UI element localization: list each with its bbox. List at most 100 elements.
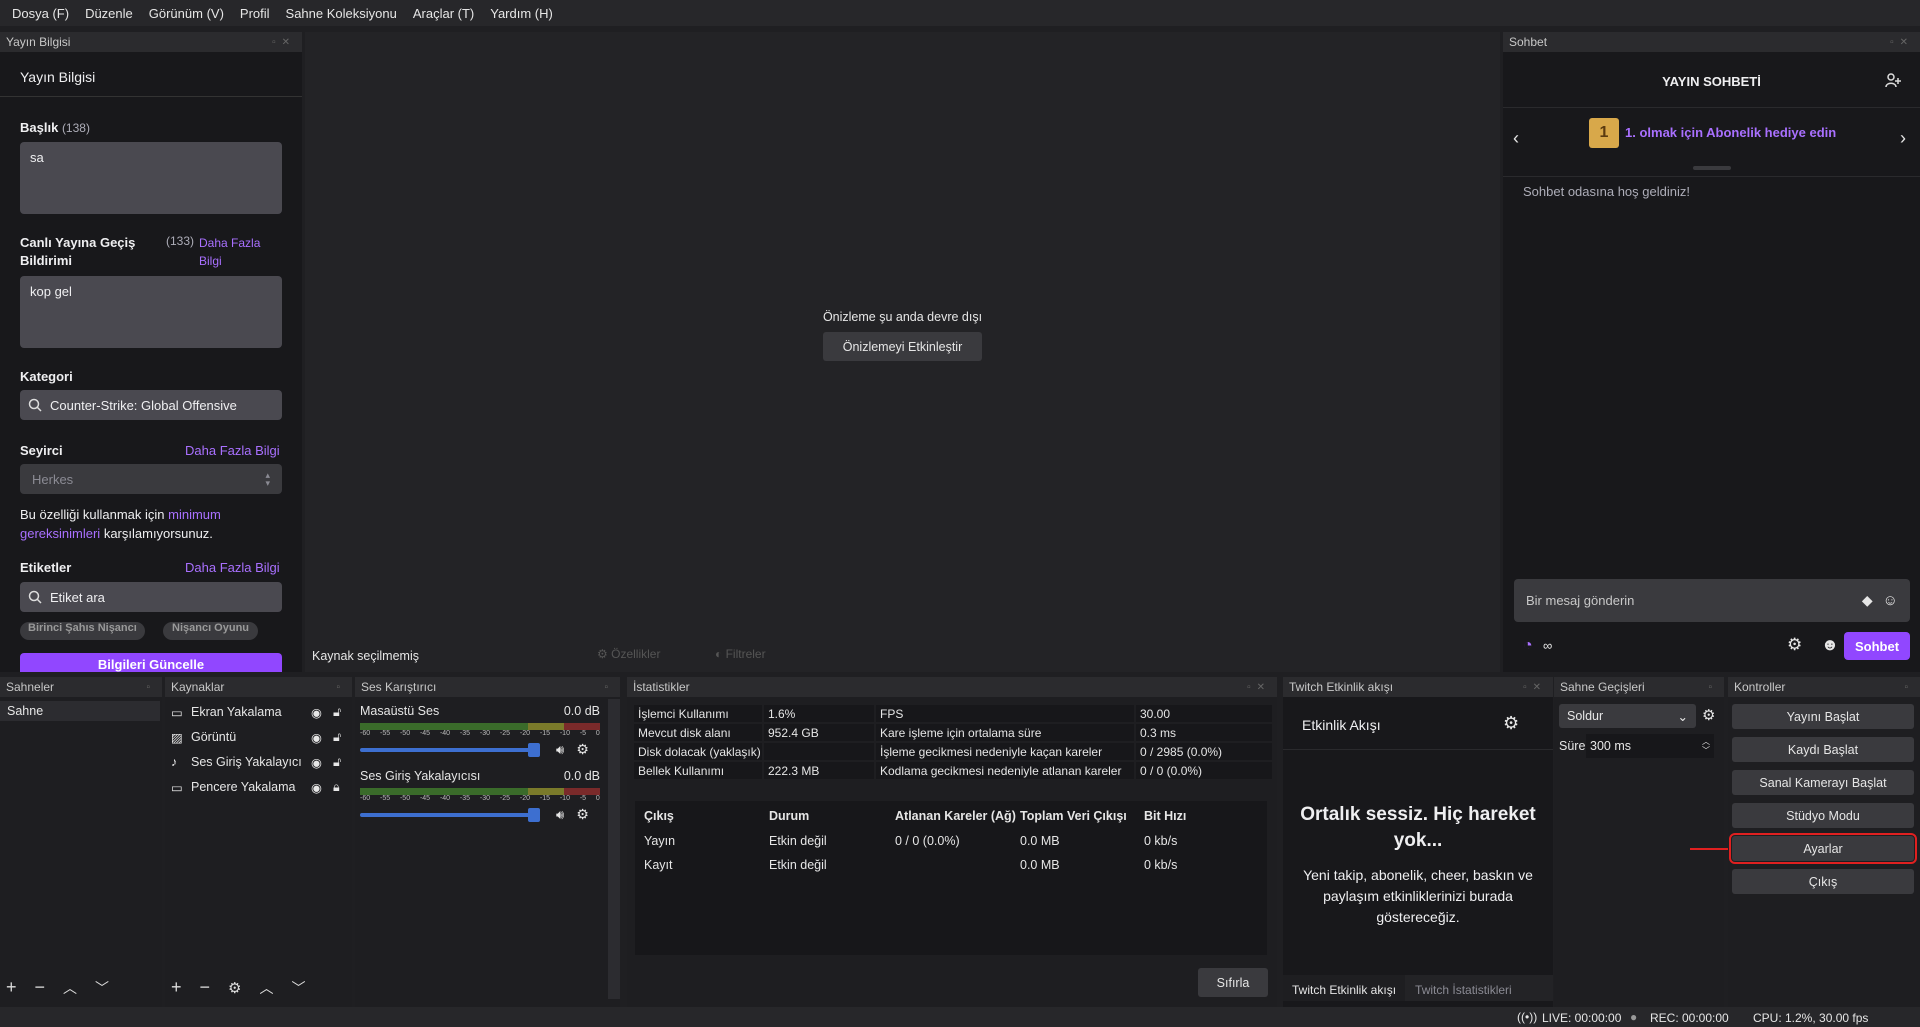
properties-button[interactable]: ⚙ Özellikler bbox=[597, 647, 660, 661]
scene-item[interactable]: Sahne bbox=[0, 701, 160, 721]
volume-slider[interactable] bbox=[360, 742, 540, 757]
start-recording-button[interactable]: Kaydı Başlat bbox=[1732, 737, 1914, 762]
audience-select[interactable]: Herkes ▴ ▾ bbox=[20, 464, 282, 494]
menu-help[interactable]: Yardım (H) bbox=[482, 6, 561, 21]
sources-toolbar: + − ⚙ ︿ ﹀ bbox=[171, 977, 305, 998]
lock-icon[interactable]: 🔒︎ bbox=[333, 780, 340, 795]
enable-preview-button[interactable]: Önizlemeyi Etkinleştir bbox=[823, 332, 982, 361]
dock-controls-icon[interactable]: ▫ bbox=[1904, 682, 1914, 693]
transition-select[interactable]: Soldur ⌄ bbox=[1559, 704, 1696, 728]
speaker-icon[interactable]: 🔊︎ bbox=[556, 742, 564, 758]
start-virtual-camera-button[interactable]: Sanal Kamerayı Başlat bbox=[1732, 770, 1914, 795]
duration-input[interactable]: 300 ms ︿ ﹀ bbox=[1586, 734, 1714, 758]
tab-twitch-stats[interactable]: Twitch İstatistikleri bbox=[1405, 975, 1522, 1001]
exit-button[interactable]: Çıkış bbox=[1732, 869, 1914, 894]
dock-controls-icon[interactable]: ▫✕ bbox=[1890, 37, 1914, 48]
menu-tools[interactable]: Araçlar (T) bbox=[405, 6, 482, 21]
gear-icon[interactable]: ⚙ bbox=[228, 979, 241, 997]
dock-controls-icon[interactable]: ▫✕ bbox=[1247, 682, 1271, 693]
gear-icon[interactable]: ⚙ bbox=[1702, 706, 1715, 724]
tags-more-link[interactable]: Daha Fazla Bilgi bbox=[185, 560, 280, 575]
add-icon[interactable]: + bbox=[171, 977, 182, 998]
audience-more-link[interactable]: Daha Fazla Bilgi bbox=[185, 443, 280, 458]
slider-knob[interactable] bbox=[528, 742, 540, 757]
gear-icon[interactable]: ⚙ bbox=[576, 741, 589, 758]
updown-icon: ▴ ▾ bbox=[265, 470, 270, 488]
dock-controls-icon[interactable]: ▫✕ bbox=[1523, 682, 1547, 693]
gift-icon: 1 bbox=[1589, 118, 1619, 148]
category-input[interactable]: Counter-Strike: Global Offensive bbox=[20, 390, 282, 420]
down-icon[interactable]: ﹀ bbox=[291, 978, 305, 998]
lock-icon[interactable]: 🔓︎ bbox=[333, 755, 341, 770]
up-icon[interactable]: ︿ bbox=[63, 978, 77, 998]
badge-icon[interactable]: ☻ bbox=[1821, 635, 1839, 655]
spin-icon[interactable]: ︿ ﹀ bbox=[1702, 737, 1710, 755]
menu-edit[interactable]: Düzenle bbox=[77, 6, 141, 21]
up-icon[interactable]: ︿ bbox=[259, 978, 273, 998]
speaker-icon[interactable]: 🔊︎ bbox=[556, 807, 564, 823]
tags-search-input[interactable]: Etiket ara bbox=[20, 582, 282, 612]
dock-controls-icon[interactable]: ▫ bbox=[146, 682, 156, 693]
notification-input[interactable]: kop gel bbox=[20, 276, 282, 348]
menu-file[interactable]: Dosya (F) bbox=[4, 6, 77, 21]
eye-icon[interactable]: ◉ bbox=[311, 705, 333, 720]
stat-value: 0 / 2985 (0.0%) bbox=[1136, 743, 1272, 760]
dock-controls-icon[interactable]: ▫ bbox=[336, 682, 346, 693]
source-item[interactable]: ♪ Ses Giriş Yakalayıcı ◉ 🔓︎ bbox=[171, 752, 351, 772]
chat-send-button[interactable]: Sohbet bbox=[1844, 632, 1910, 660]
source-item[interactable]: ▭ Ekran Yakalama ◉ 🔓︎ bbox=[171, 702, 351, 722]
notification-more-link[interactable]: Daha Fazla Bilgi bbox=[199, 234, 274, 270]
source-label: Pencere Yakalama bbox=[191, 780, 296, 794]
tag-chip[interactable]: Nişancı Oyunu bbox=[163, 622, 259, 640]
settings-gear-icon[interactable]: ⚙ bbox=[1503, 713, 1519, 734]
update-info-button[interactable]: Bilgileri Güncelle bbox=[20, 653, 282, 672]
tab-activity-feed[interactable]: Twitch Etkinlik akışı bbox=[1283, 975, 1406, 1001]
gear-icon[interactable]: ⚙ bbox=[576, 806, 589, 823]
users-icon[interactable] bbox=[1885, 72, 1903, 93]
lock-icon[interactable]: 🔓︎ bbox=[333, 705, 341, 720]
chevron-right-icon[interactable]: › bbox=[1900, 128, 1906, 149]
live-icon: ((•)) bbox=[1517, 1010, 1538, 1024]
menu-profile[interactable]: Profil bbox=[232, 6, 278, 21]
channel-points-icon[interactable]: ◔ bbox=[1523, 637, 1533, 655]
dock-controls-icon[interactable]: ▫ bbox=[604, 682, 614, 693]
volume-slider[interactable] bbox=[360, 807, 540, 822]
source-item[interactable]: ▭ Pencere Yakalama ◉ 🔒︎ bbox=[171, 777, 351, 797]
emote-icon[interactable]: ☺ bbox=[1883, 592, 1898, 609]
filters-button[interactable]: ◐ Filtreler bbox=[715, 647, 766, 661]
gift-sub-banner[interactable]: 1. olmak için Abonelik hediye edin bbox=[1625, 125, 1836, 140]
slider-knob[interactable] bbox=[528, 807, 540, 822]
menu-view[interactable]: Görünüm (V) bbox=[141, 6, 232, 21]
remove-icon[interactable]: − bbox=[200, 977, 211, 998]
scrollbar[interactable] bbox=[608, 699, 620, 999]
category-value: Counter-Strike: Global Offensive bbox=[50, 397, 237, 413]
settings-button[interactable]: Ayarlar bbox=[1729, 833, 1917, 864]
lock-icon[interactable]: 🔓︎ bbox=[333, 730, 341, 745]
settings-gear-icon[interactable]: ⚙ bbox=[1787, 635, 1802, 655]
banner-handle[interactable] bbox=[1693, 166, 1731, 170]
menu-scene-collection[interactable]: Sahne Koleksiyonu bbox=[278, 6, 405, 21]
notification-label: Canlı Yayına Geçiş Bildirimi bbox=[20, 235, 136, 268]
remove-icon[interactable]: − bbox=[35, 977, 46, 998]
bits-icon[interactable]: ◆ bbox=[1862, 592, 1873, 609]
tag-chip[interactable]: Birinci Şahıs Nişancı bbox=[20, 622, 145, 640]
dock-controls-icon[interactable]: ▫✕ bbox=[272, 37, 296, 48]
title-input[interactable]: sa bbox=[20, 142, 282, 214]
eye-icon[interactable]: ◉ bbox=[311, 780, 333, 795]
eye-icon[interactable]: ◉ bbox=[311, 730, 333, 745]
source-item[interactable]: ▨ Görüntü ◉ 🔓︎ bbox=[171, 727, 351, 747]
output-header-row: Çıkış Durum Atlanan Kareler (Ağ) Toplam Ver… bbox=[644, 809, 1258, 829]
start-stream-button[interactable]: Yayını Başlat bbox=[1732, 704, 1914, 729]
chat-input[interactable]: Bir mesaj gönderin ◆ ☺ bbox=[1514, 579, 1910, 622]
reset-button[interactable]: Sıfırla bbox=[1198, 968, 1268, 997]
cell: Yayın bbox=[644, 834, 676, 848]
add-icon[interactable]: + bbox=[6, 977, 17, 998]
monitor-icon: ▭ bbox=[171, 705, 183, 720]
dock-controls-icon[interactable]: ▫ bbox=[1708, 682, 1718, 693]
chat-header: YAYIN SOHBETİ bbox=[1662, 74, 1761, 89]
chevron-left-icon[interactable]: ‹ bbox=[1513, 128, 1519, 149]
studio-mode-button[interactable]: Stüdyo Modu bbox=[1732, 803, 1914, 828]
down-icon[interactable]: ﹀ bbox=[95, 978, 109, 998]
eye-icon[interactable]: ◉ bbox=[311, 755, 333, 770]
table-row: Yayın Etkin değil 0 / 0 (0.0%) 0.0 MB 0 kb/s bbox=[644, 829, 1258, 853]
